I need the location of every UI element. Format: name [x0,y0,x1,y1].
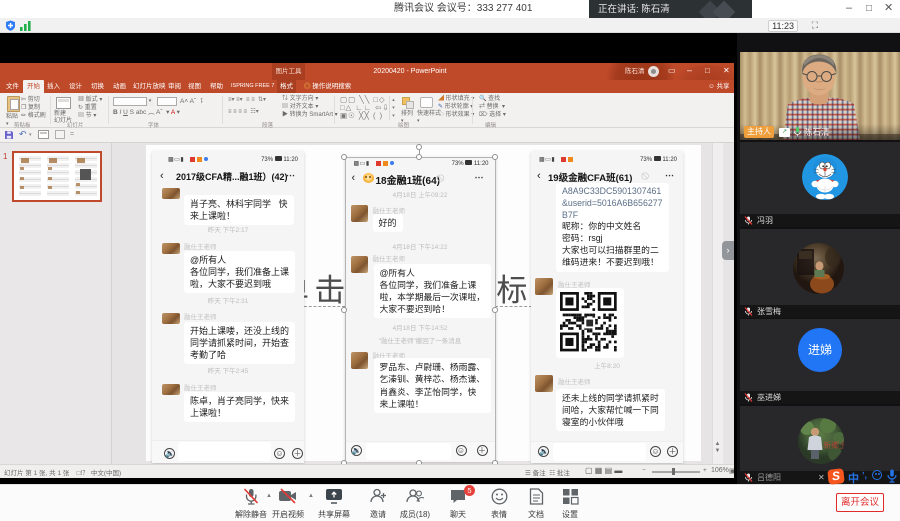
svg-text:新鄉土: 新鄉土 [823,440,844,450]
